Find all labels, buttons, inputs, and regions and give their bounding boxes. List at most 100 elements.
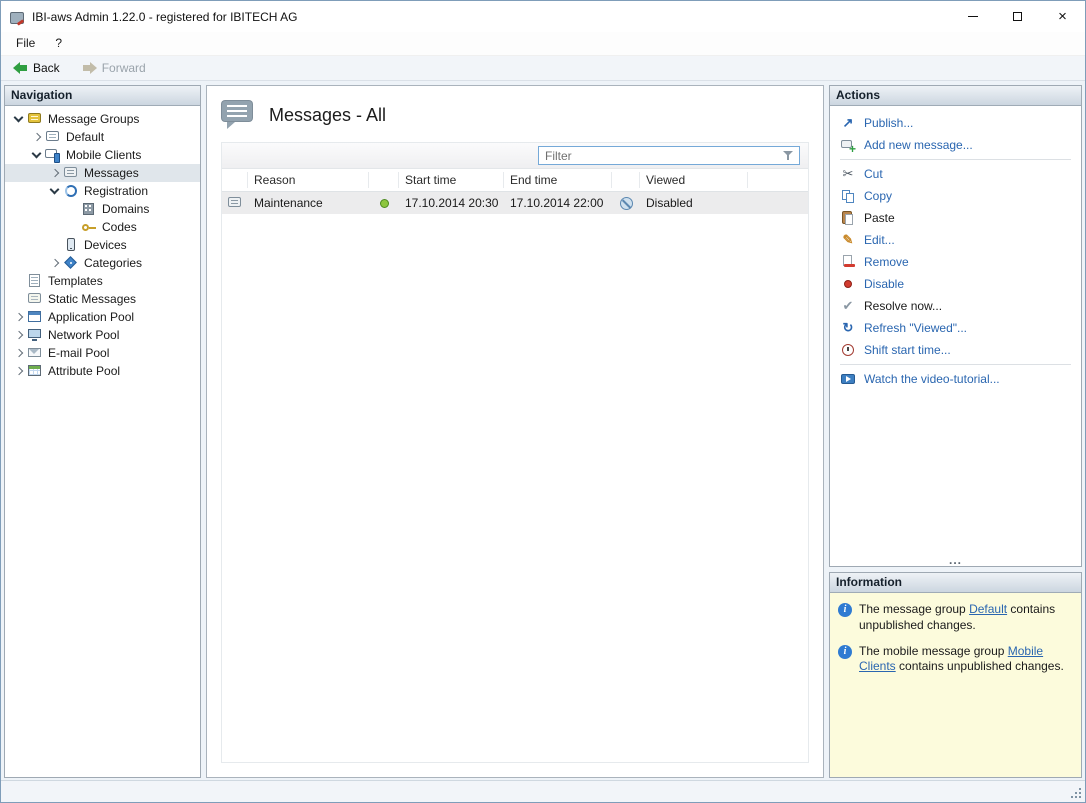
action-cut[interactable]: Cut [830, 163, 1081, 185]
tree-item-message-groups[interactable]: Message Groups [5, 110, 200, 128]
viewed-disabled-icon [620, 197, 633, 210]
tree-item-templates[interactable]: Templates [5, 272, 200, 290]
menu-bar: File? [1, 32, 1085, 56]
filter-funnel-icon[interactable] [782, 149, 795, 162]
chevron-right-icon[interactable] [11, 309, 27, 325]
tree-item-application-pool[interactable]: Application Pool [5, 308, 200, 326]
info-item: The message group Default contains unpub… [838, 602, 1073, 634]
action-disable[interactable]: Disable [830, 273, 1081, 295]
domains-icon [81, 201, 97, 217]
messages-header-icon [221, 98, 255, 132]
filter-input[interactable] [545, 149, 778, 163]
resolve-icon [840, 298, 856, 314]
forward-button[interactable]: Forward [78, 60, 150, 76]
chevron-none-icon [11, 291, 27, 307]
column-header-spacer-7[interactable] [748, 172, 808, 188]
end-time-cell: 17.10.2014 22:00 [504, 196, 612, 210]
info-text: The mobile message group Mobile Clients … [859, 644, 1073, 676]
network-pool-icon [27, 327, 43, 343]
tree-item-label: Mobile Clients [64, 148, 141, 162]
tree-item-network-pool[interactable]: Network Pool [5, 326, 200, 344]
tree-item-static-messages[interactable]: Static Messages [5, 290, 200, 308]
info-icon [838, 645, 852, 659]
resize-grip-icon[interactable] [1079, 796, 1081, 798]
action-paste: Paste [830, 207, 1081, 229]
action-copy[interactable]: Copy [830, 185, 1081, 207]
add-message-icon [840, 137, 856, 153]
action-resolve-now: Resolve now... [830, 295, 1081, 317]
mobile-clients-icon [45, 147, 61, 163]
app-icon [9, 9, 25, 25]
information-header: Information [830, 573, 1081, 593]
menu-item[interactable]: ? [45, 32, 72, 55]
chevron-down-icon[interactable] [11, 111, 27, 127]
disable-icon [840, 276, 856, 292]
close-button[interactable]: × [1040, 1, 1085, 32]
actions-header: Actions [830, 86, 1081, 106]
action-watch-the-video-tutorial[interactable]: Watch the video-tutorial... [830, 368, 1081, 390]
action-label: Refresh "Viewed"... [864, 321, 967, 335]
forward-label: Forward [102, 61, 146, 75]
maximize-icon [1013, 12, 1022, 21]
close-icon: × [1058, 9, 1067, 24]
action-label: Add new message... [864, 138, 973, 152]
tree-item-messages[interactable]: Messages [5, 164, 200, 182]
chevron-right-icon[interactable] [11, 327, 27, 343]
cut-icon [840, 166, 856, 182]
messages-table: Reason Start timeEnd time Viewed Maintenan… [221, 142, 809, 763]
action-publish[interactable]: Publish... [830, 112, 1081, 134]
window-title: IBI-aws Admin 1.22.0 - registered for IB… [32, 10, 950, 24]
toolbar: Back Forward [1, 56, 1085, 81]
action-refresh-viewed[interactable]: Refresh "Viewed"... [830, 317, 1081, 339]
action-label: Resolve now... [864, 299, 942, 313]
tree-item-domains[interactable]: Domains [5, 200, 200, 218]
chevron-right-icon[interactable] [11, 363, 27, 379]
tree-item-attribute-pool[interactable]: Attribute Pool [5, 362, 200, 380]
column-header-end-time[interactable]: End time [504, 172, 612, 188]
column-header-viewed[interactable]: Viewed [640, 172, 748, 188]
forward-arrow-icon [82, 61, 97, 75]
tree-item-default[interactable]: Default [5, 128, 200, 146]
tree-item-label: Application Pool [46, 310, 134, 324]
info-link-default[interactable]: Default [969, 602, 1007, 616]
shift-time-icon [840, 342, 856, 358]
action-edit[interactable]: Edit... [830, 229, 1081, 251]
actions-splitter[interactable]: ... [830, 555, 1081, 566]
column-header-spacer-5[interactable] [612, 172, 640, 188]
action-label: Paste [864, 211, 895, 225]
tree-item-e-mail-pool[interactable]: E-mail Pool [5, 344, 200, 362]
chevron-down-icon[interactable] [47, 183, 63, 199]
chevron-right-icon[interactable] [29, 129, 45, 145]
chevron-right-icon[interactable] [47, 165, 63, 181]
tree-item-codes[interactable]: Codes [5, 218, 200, 236]
action-label: Remove [864, 255, 909, 269]
title-bar: IBI-aws Admin 1.22.0 - registered for IB… [1, 1, 1085, 32]
workspace: Navigation Message Groups Default Mobile… [1, 81, 1085, 780]
column-header-reason[interactable]: Reason [248, 172, 369, 188]
column-header-start-time[interactable]: Start time [399, 172, 504, 188]
tree-item-categories[interactable]: Categories [5, 254, 200, 272]
action-shift-start-time[interactable]: Shift start time... [830, 339, 1081, 361]
back-button[interactable]: Back [9, 60, 64, 76]
minimize-button[interactable] [950, 1, 995, 32]
tree-item-mobile-clients[interactable]: Mobile Clients [5, 146, 200, 164]
action-add-new-message[interactable]: Add new message... [830, 134, 1081, 156]
maximize-button[interactable] [995, 1, 1040, 32]
tree-item-devices[interactable]: Devices [5, 236, 200, 254]
copy-icon [840, 188, 856, 204]
edit-icon [840, 232, 856, 248]
column-header-spacer-0[interactable] [222, 172, 248, 188]
actions-separator [840, 159, 1071, 160]
chevron-right-icon[interactable] [11, 345, 27, 361]
chevron-down-icon[interactable] [29, 147, 45, 163]
tree-item-registration[interactable]: Registration [5, 182, 200, 200]
paste-icon [840, 210, 856, 226]
navigation-panel: Navigation Message Groups Default Mobile… [4, 85, 201, 778]
tree-item-label: Network Pool [46, 328, 119, 342]
chevron-right-icon[interactable] [47, 255, 63, 271]
navigation-tree: Message Groups Default Mobile Clients Me… [5, 106, 200, 380]
menu-file[interactable]: File [6, 32, 45, 55]
column-header-spacer-2[interactable] [369, 172, 399, 188]
message-row-maintenance[interactable]: Maintenance17.10.2014 20:3017.10.2014 22… [222, 192, 808, 214]
action-remove[interactable]: Remove [830, 251, 1081, 273]
